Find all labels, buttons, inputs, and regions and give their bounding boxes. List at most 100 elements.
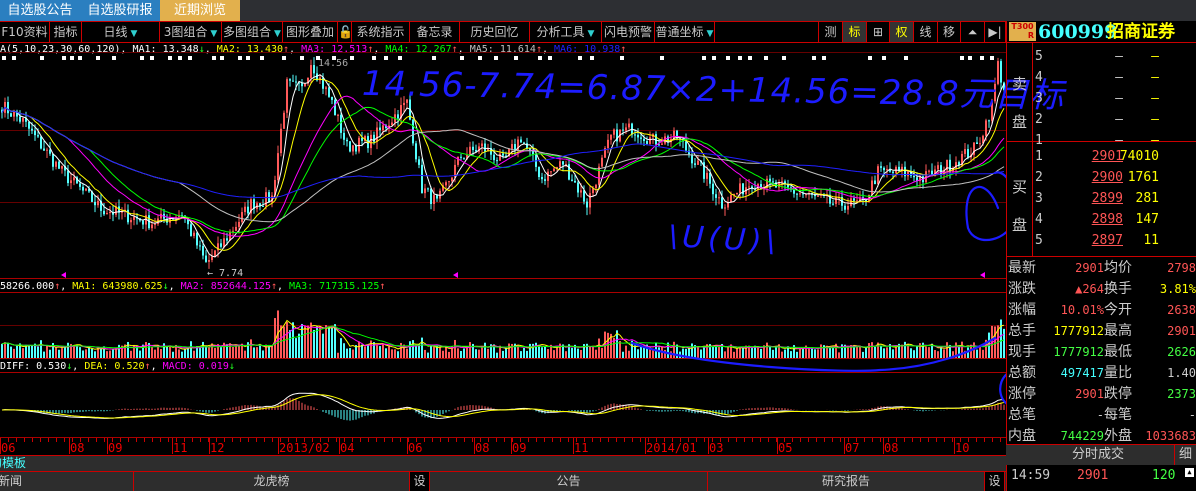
event-marker[interactable] [212, 56, 216, 60]
toolbar-item-11[interactable]: 闪电预警 [602, 22, 655, 42]
event-marker[interactable] [748, 56, 752, 60]
buy-level-row[interactable]: 2 2900 1761 [1035, 167, 1195, 188]
event-marker[interactable] [96, 56, 100, 60]
sell-level-row[interactable]: 2 — — [1035, 109, 1195, 130]
event-marker[interactable] [260, 56, 264, 60]
toolbar-item-2[interactable]: 日线 ▼ [82, 22, 160, 42]
event-marker[interactable] [150, 56, 154, 60]
volume-bar [757, 347, 759, 358]
event-marker[interactable] [812, 56, 816, 60]
sell-level-row[interactable]: 4 — — [1035, 67, 1195, 88]
toolbar-right-0[interactable]: 测 [818, 22, 843, 42]
candle-up [85, 188, 87, 191]
event-marker[interactable] [316, 56, 320, 60]
sell-level-row[interactable]: 5 — — [1035, 46, 1195, 67]
t300r-badge[interactable]: T300 R [1009, 22, 1036, 41]
tab-watchlist-research[interactable]: 自选股研报 [80, 0, 160, 21]
event-marker[interactable] [968, 56, 972, 60]
toolbar-item-0[interactable]: F10资料 [0, 22, 50, 42]
scroll-up-icon[interactable]: ▲ [1185, 468, 1194, 477]
volume-bar [520, 351, 522, 358]
event-marker[interactable] [282, 56, 286, 60]
event-marker[interactable] [178, 56, 182, 60]
event-marker[interactable] [738, 56, 742, 60]
settings-button-1[interactable]: 设 [410, 472, 430, 491]
event-marker[interactable] [70, 56, 74, 60]
buy-level-row[interactable]: 5 2897 11 [1035, 230, 1195, 251]
toolbar-item-3[interactable]: 3图组合 ▼ [160, 22, 222, 42]
event-marker[interactable] [726, 56, 730, 60]
volume-bar [184, 348, 186, 358]
range-marker-icon[interactable] [980, 272, 985, 278]
event-marker[interactable] [238, 56, 242, 60]
toolbar-item-4[interactable]: 多图组合 ▼ [222, 22, 283, 42]
event-marker[interactable] [980, 56, 984, 60]
buy-level-row[interactable]: 1 2901 74010 [1035, 146, 1195, 167]
toolbar-right-4[interactable]: 线 [914, 22, 938, 42]
toolbar-item-1[interactable]: 指标 [50, 22, 82, 42]
event-marker[interactable] [62, 56, 66, 60]
event-marker[interactable] [168, 56, 172, 60]
candle-up [208, 259, 210, 262]
toolbar-item-12[interactable]: 普通坐标 ▼ [655, 22, 715, 42]
tab-watchlist-announcements[interactable]: 自选股公告 [0, 0, 80, 21]
event-marker[interactable] [220, 56, 224, 60]
event-marker[interactable] [188, 56, 192, 60]
volume-bar [601, 347, 603, 358]
range-marker-icon[interactable] [61, 272, 66, 278]
event-marker[interactable] [140, 56, 144, 60]
event-marker[interactable] [40, 56, 44, 60]
event-marker[interactable] [882, 56, 886, 60]
event-marker[interactable] [960, 56, 964, 60]
event-marker[interactable] [822, 56, 826, 60]
toolbar-item-8[interactable]: 备忘录 [410, 22, 460, 42]
toolbar-right-6[interactable]: ⏶ [961, 22, 985, 42]
event-marker[interactable] [868, 56, 872, 60]
event-marker[interactable] [112, 56, 116, 60]
event-marker[interactable] [702, 56, 706, 60]
event-marker[interactable] [246, 56, 250, 60]
buy-level-row[interactable]: 3 2899 281 [1035, 188, 1195, 209]
toolbar-right-3[interactable]: 权 [890, 22, 914, 42]
tab-research-reports[interactable]: 研究报告 [708, 472, 985, 491]
toolbar-item-5[interactable]: 图形叠加 [283, 22, 338, 42]
event-marker[interactable] [712, 56, 716, 60]
event-marker[interactable] [782, 56, 786, 60]
event-marker[interactable] [332, 56, 336, 60]
event-marker[interactable] [78, 56, 82, 60]
settings-button-2[interactable]: 设 [985, 472, 1005, 491]
event-marker[interactable] [350, 56, 354, 60]
tab-news[interactable]: 新闻 [0, 472, 134, 491]
tick-row: 14:59 2901 120 ▲ [1006, 466, 1196, 486]
toolbar-item-9[interactable]: 历史回忆 [460, 22, 530, 42]
dropdown-arrow-icon: ▼ [587, 29, 595, 39]
template-label[interactable]: 的模板 [0, 456, 26, 470]
event-marker[interactable] [300, 56, 304, 60]
tab-recent-browse[interactable]: 近期浏览 [160, 0, 240, 21]
detail-button[interactable]: 细 [1174, 445, 1196, 465]
candle-up [847, 205, 849, 210]
candle-up [736, 192, 738, 195]
event-marker[interactable] [12, 56, 16, 60]
event-marker[interactable] [904, 56, 908, 60]
toolbar-right-1[interactable]: 标 [843, 22, 867, 42]
sell-level-row[interactable]: 3 — — [1035, 88, 1195, 109]
toolbar-item-6[interactable]: 🔓 [338, 22, 353, 42]
buy-level-row[interactable]: 4 2898 147 [1035, 209, 1195, 230]
toolbar-right-7[interactable]: ▶| [985, 22, 1006, 42]
tab-dragon-tiger[interactable]: 龙虎榜 [134, 472, 410, 491]
event-marker[interactable] [660, 56, 664, 60]
range-marker-icon[interactable] [453, 272, 458, 278]
event-marker[interactable] [990, 56, 994, 60]
toolbar-label: 分析工具 [536, 25, 585, 39]
candle-up [130, 220, 132, 223]
toolbar-item-10[interactable]: 分析工具 ▼ [530, 22, 602, 42]
event-marker[interactable] [2, 56, 6, 60]
toolbar-right-2[interactable]: ⊞ [867, 22, 890, 42]
tab-announcements[interactable]: 公告 [430, 472, 708, 491]
volume-bar [64, 346, 66, 358]
toolbar-item-7[interactable]: 系统指示 [352, 22, 410, 42]
toolbar-right-5[interactable]: 移 [938, 22, 961, 42]
stat-label: 总手 [1008, 323, 1036, 339]
event-marker[interactable] [764, 56, 768, 60]
